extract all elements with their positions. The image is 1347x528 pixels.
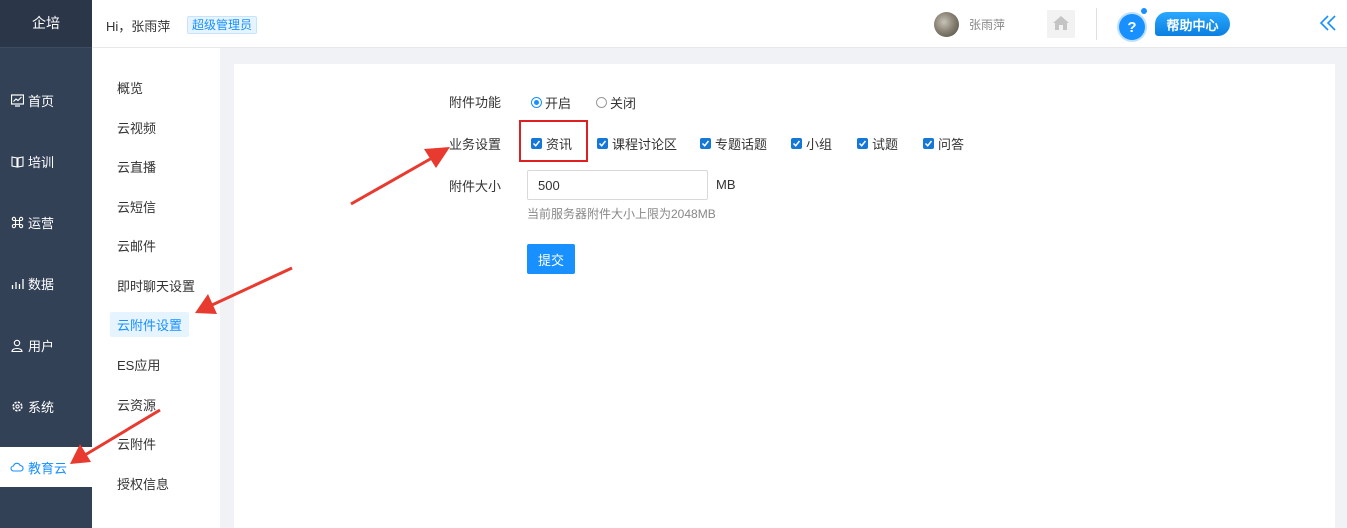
checkbox-course-discussion-label: 课程讨论区	[612, 137, 678, 152]
nav-training-label: 培训	[28, 154, 55, 170]
checkbox-groups[interactable]: 小组	[791, 134, 832, 153]
nav-system[interactable]: 系统	[0, 386, 92, 426]
nav-education-cloud-label: 教育云	[28, 460, 68, 476]
nav-home[interactable]: 首页	[0, 80, 92, 120]
main-sidebar: 企培 首页 培训 运营 数据 用户 系统 教育云	[0, 0, 92, 528]
radio-checked-icon	[531, 97, 542, 108]
nav-data[interactable]: 数据	[0, 263, 92, 303]
attachment-size-input[interactable]	[527, 170, 708, 200]
submenu-item[interactable]: 概览	[117, 78, 143, 97]
app-logo: 企培	[0, 0, 92, 48]
checkbox-topics-label: 专题话题	[715, 137, 768, 152]
checkbox-topics[interactable]: 专题话题	[700, 134, 767, 153]
nav-system-label: 系统	[28, 399, 55, 415]
collapse-button[interactable]	[1318, 13, 1338, 35]
gear-icon	[10, 399, 24, 413]
help-center-button[interactable]: 帮助中心	[1155, 12, 1230, 36]
checkbox-checked-icon	[857, 138, 868, 149]
attachment-size-label: 附件大小	[449, 179, 502, 194]
submenu-item[interactable]: 授权信息	[117, 474, 169, 493]
size-limit-hint: 当前服务器附件大小上限为2048MB	[527, 207, 716, 221]
nav-data-label: 数据	[28, 276, 55, 292]
home-icon	[1052, 15, 1070, 34]
header-divider	[1096, 8, 1097, 40]
command-icon	[10, 215, 24, 229]
header-user-name[interactable]: 张雨萍	[969, 16, 1005, 33]
size-unit: MB	[716, 177, 736, 192]
checkbox-checked-icon	[700, 138, 711, 149]
submenu-item[interactable]: 云直播	[117, 157, 156, 176]
checkbox-qa-label: 问答	[938, 137, 965, 152]
checkbox-questions-label: 试题	[872, 137, 899, 152]
training-icon	[10, 154, 24, 168]
nav-operations[interactable]: 运营	[0, 202, 92, 242]
home-button[interactable]	[1047, 10, 1075, 38]
sub-menu: 概览 云视频 云直播 云短信 云邮件 即时聊天设置 云附件设置 ES应用 云资源…	[92, 48, 220, 528]
radio-disable[interactable]: 关闭	[596, 93, 636, 112]
business-settings-label: 业务设置	[449, 137, 502, 152]
radio-enable[interactable]: 开启	[531, 93, 571, 112]
cloud-icon	[10, 460, 24, 474]
submenu-item[interactable]: 云邮件	[117, 236, 156, 255]
submenu-item[interactable]: ES应用	[117, 355, 160, 374]
submenu-item[interactable]: 云视频	[117, 118, 156, 137]
submenu-item[interactable]: 云资源	[117, 395, 156, 414]
role-badge: 超级管理员	[187, 16, 258, 34]
help-question-icon[interactable]: ?	[1119, 14, 1145, 40]
checkbox-course-discussion[interactable]: 课程讨论区	[597, 134, 677, 153]
dashboard-icon	[10, 93, 24, 107]
submenu-item[interactable]: 云附件	[117, 434, 156, 453]
radio-enable-label: 开启	[545, 96, 572, 111]
checkbox-questions[interactable]: 试题	[857, 134, 898, 153]
user-icon	[10, 338, 24, 352]
nav-training[interactable]: 培训	[0, 141, 92, 181]
checkbox-qa[interactable]: 问答	[923, 134, 964, 153]
double-chevron-left-icon	[1319, 14, 1337, 34]
radio-unchecked-icon	[596, 97, 607, 108]
submenu-item[interactable]: 即时聊天设置	[117, 276, 195, 295]
attach-function-label: 附件功能	[449, 95, 502, 110]
submenu-item-active[interactable]: 云附件设置	[110, 312, 190, 337]
submenu-item[interactable]: 云短信	[117, 197, 156, 216]
checkbox-checked-icon	[791, 138, 802, 149]
checkbox-checked-icon	[597, 138, 608, 149]
radio-disable-label: 关闭	[610, 96, 637, 111]
nav-operations-label: 运营	[28, 215, 55, 231]
checkbox-groups-label: 小组	[806, 137, 833, 152]
top-header: Hi，张雨萍 超级管理员 张雨萍 ? 帮助中心	[92, 0, 1347, 48]
chart-icon	[10, 276, 24, 290]
submit-button[interactable]: 提交	[527, 244, 575, 274]
nav-home-label: 首页	[28, 93, 55, 109]
annotation-highlight-box	[519, 120, 588, 162]
nav-users[interactable]: 用户	[0, 325, 92, 365]
nav-education-cloud[interactable]: 教育云	[0, 447, 92, 487]
checkbox-checked-icon	[923, 138, 934, 149]
nav-users-label: 用户	[28, 338, 55, 354]
greeting-text: Hi，张雨萍	[106, 19, 171, 34]
settings-panel: 附件功能 开启 关闭 业务设置 资讯 课程讨论区 专题话题 小组 试题 问答 附…	[234, 64, 1335, 528]
help-decor-dot	[1141, 8, 1147, 14]
avatar[interactable]	[934, 12, 959, 37]
